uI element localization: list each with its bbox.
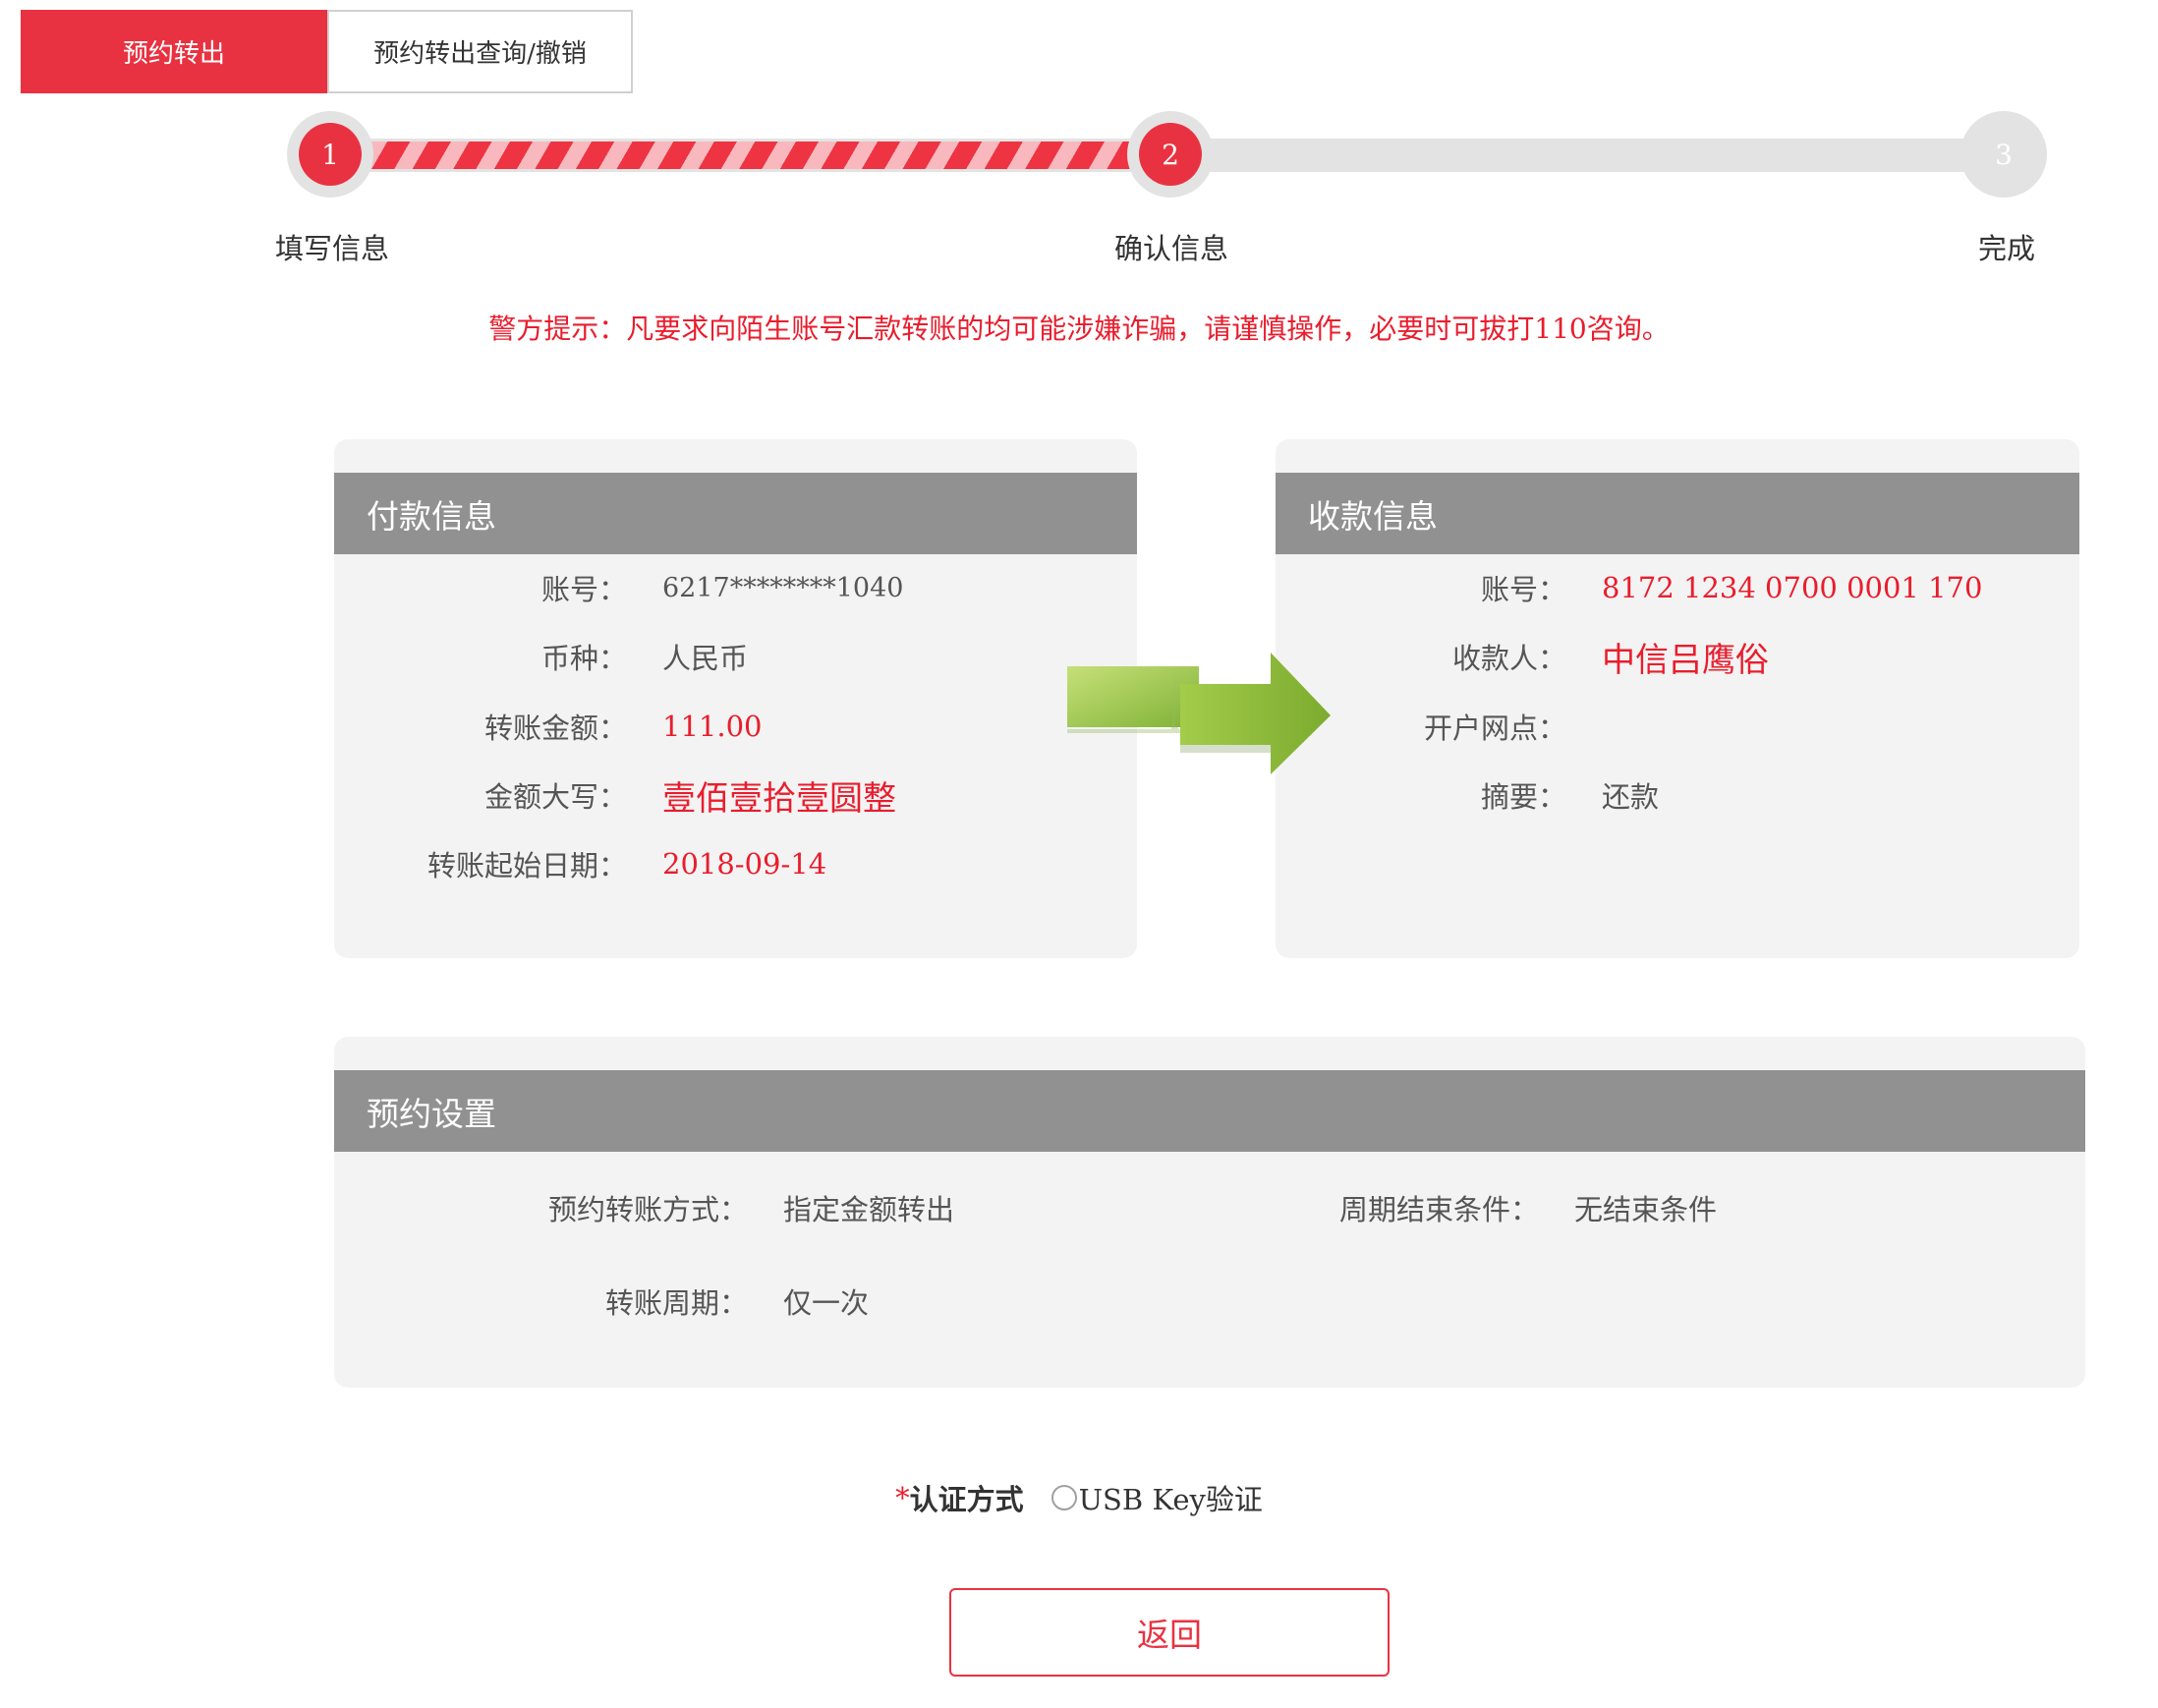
step-3: 3 (1960, 111, 2047, 198)
step-3-label: 完成 (1977, 232, 2036, 265)
schedule-cycle-value: 仅一次 (783, 1286, 870, 1320)
payer-amount-value: 111.00 (662, 710, 763, 743)
payer-currency-value: 人民币 (662, 642, 749, 675)
payee-account-value: 8172 1234 0700 0001 170 (1602, 571, 1983, 604)
schedule-end-value: 无结束条件 (1574, 1193, 1718, 1226)
payee-rows: 账号： 8172 1234 0700 0001 170 收款人： 中信吕鹰俗 开… (1276, 439, 2079, 958)
payee-row-branch: 开户网点： (1276, 702, 2079, 751)
payer-start-date-value: 2018-09-14 (662, 847, 827, 881)
payer-amount-words-value: 壹佰壹拾壹圆整 (662, 778, 896, 819)
required-mark: * (895, 1481, 910, 1514)
payee-memo-label: 摘要： (1480, 780, 1566, 814)
schedule-end-label: 周期结束条件： (1338, 1193, 1539, 1226)
payee-row-account: 账号： 8172 1234 0700 0001 170 (1276, 563, 2079, 612)
payer-row-amount: 转账金额： 111.00 (334, 702, 1137, 751)
schedule-mode-label: 预约转账方式： (547, 1193, 748, 1226)
payee-name-value: 中信吕鹰俗 (1602, 640, 1769, 680)
step-1: 1 (287, 111, 373, 198)
right-arrow-icon (1067, 653, 1331, 774)
schedule-row-mode: 预约转账方式： 指定金额转出 (334, 1183, 1219, 1232)
tab-scheduled-transfer[interactable]: 预约转出 (21, 10, 327, 93)
page: 预约转出 预约转出查询/撤销 1 2 3 填写信息 确认信息 完成 警方提示：凡… (0, 0, 2158, 1708)
schedule-row-end: 周期结束条件： 无结束条件 (1219, 1183, 2085, 1232)
step-2-number: 2 (1139, 123, 1202, 186)
schedule-rows: 预约转账方式： 指定金额转出 周期结束条件： 无结束条件 转账周期： 仅一次 (334, 1037, 2085, 1388)
fraud-warning: 警方提示：凡要求向陌生账号汇款转账的均可能涉嫌诈骗，请谨慎操作，必要时可拔打11… (488, 313, 1670, 345)
auth-method-label: 认证方式 (909, 1483, 1024, 1516)
step-3-number: 3 (1972, 123, 2035, 186)
step-2: 2 (1127, 111, 1214, 198)
payer-amount-words-label: 金额大写： (483, 780, 627, 814)
payee-account-label: 账号： (1480, 573, 1566, 606)
schedule-row-cycle: 转账周期： 仅一次 (334, 1277, 1219, 1326)
schedule-mode-value: 指定金额转出 (783, 1193, 955, 1226)
step-1-number: 1 (299, 123, 362, 186)
payer-amount-label: 转账金额： (483, 712, 627, 745)
payer-currency-label: 币种： (540, 642, 627, 675)
schedule-cycle-label: 转账周期： (604, 1286, 748, 1320)
back-button[interactable]: 返回 (949, 1588, 1390, 1677)
payer-row-currency: 币种： 人民币 (334, 632, 1137, 681)
usb-key-radio[interactable] (1051, 1485, 1077, 1510)
step-2-label: 确认信息 (1113, 232, 1229, 265)
payer-row-account: 账号： 6217********1040 (334, 563, 1137, 612)
tab-scheduled-query-cancel[interactable]: 预约转出查询/撤销 (327, 10, 633, 93)
usb-key-option-label[interactable]: USB Key验证 (1079, 1477, 1263, 1518)
payee-row-memo: 摘要： 还款 (1276, 770, 2079, 820)
payer-account-label: 账号： (540, 573, 627, 606)
payee-memo-value: 还款 (1602, 780, 1660, 814)
auth-method: * 认证方式 USB Key验证 (0, 1477, 2158, 1518)
payer-rows: 账号： 6217********1040 币种： 人民币 转账金额： 111.0… (334, 439, 1137, 958)
payer-start-date-label: 转账起始日期： (426, 849, 627, 882)
payee-row-name: 收款人： 中信吕鹰俗 (1276, 632, 2079, 681)
payer-row-start-date: 转账起始日期： 2018-09-14 (334, 839, 1137, 888)
progress-fill (330, 142, 1170, 169)
payer-row-amount-words: 金额大写： 壹佰壹拾壹圆整 (334, 770, 1137, 820)
step-1-label: 填写信息 (274, 232, 390, 265)
payer-account-value: 6217********1040 (662, 572, 904, 603)
tab-bar: 预约转出 预约转出查询/撤销 (21, 10, 633, 93)
